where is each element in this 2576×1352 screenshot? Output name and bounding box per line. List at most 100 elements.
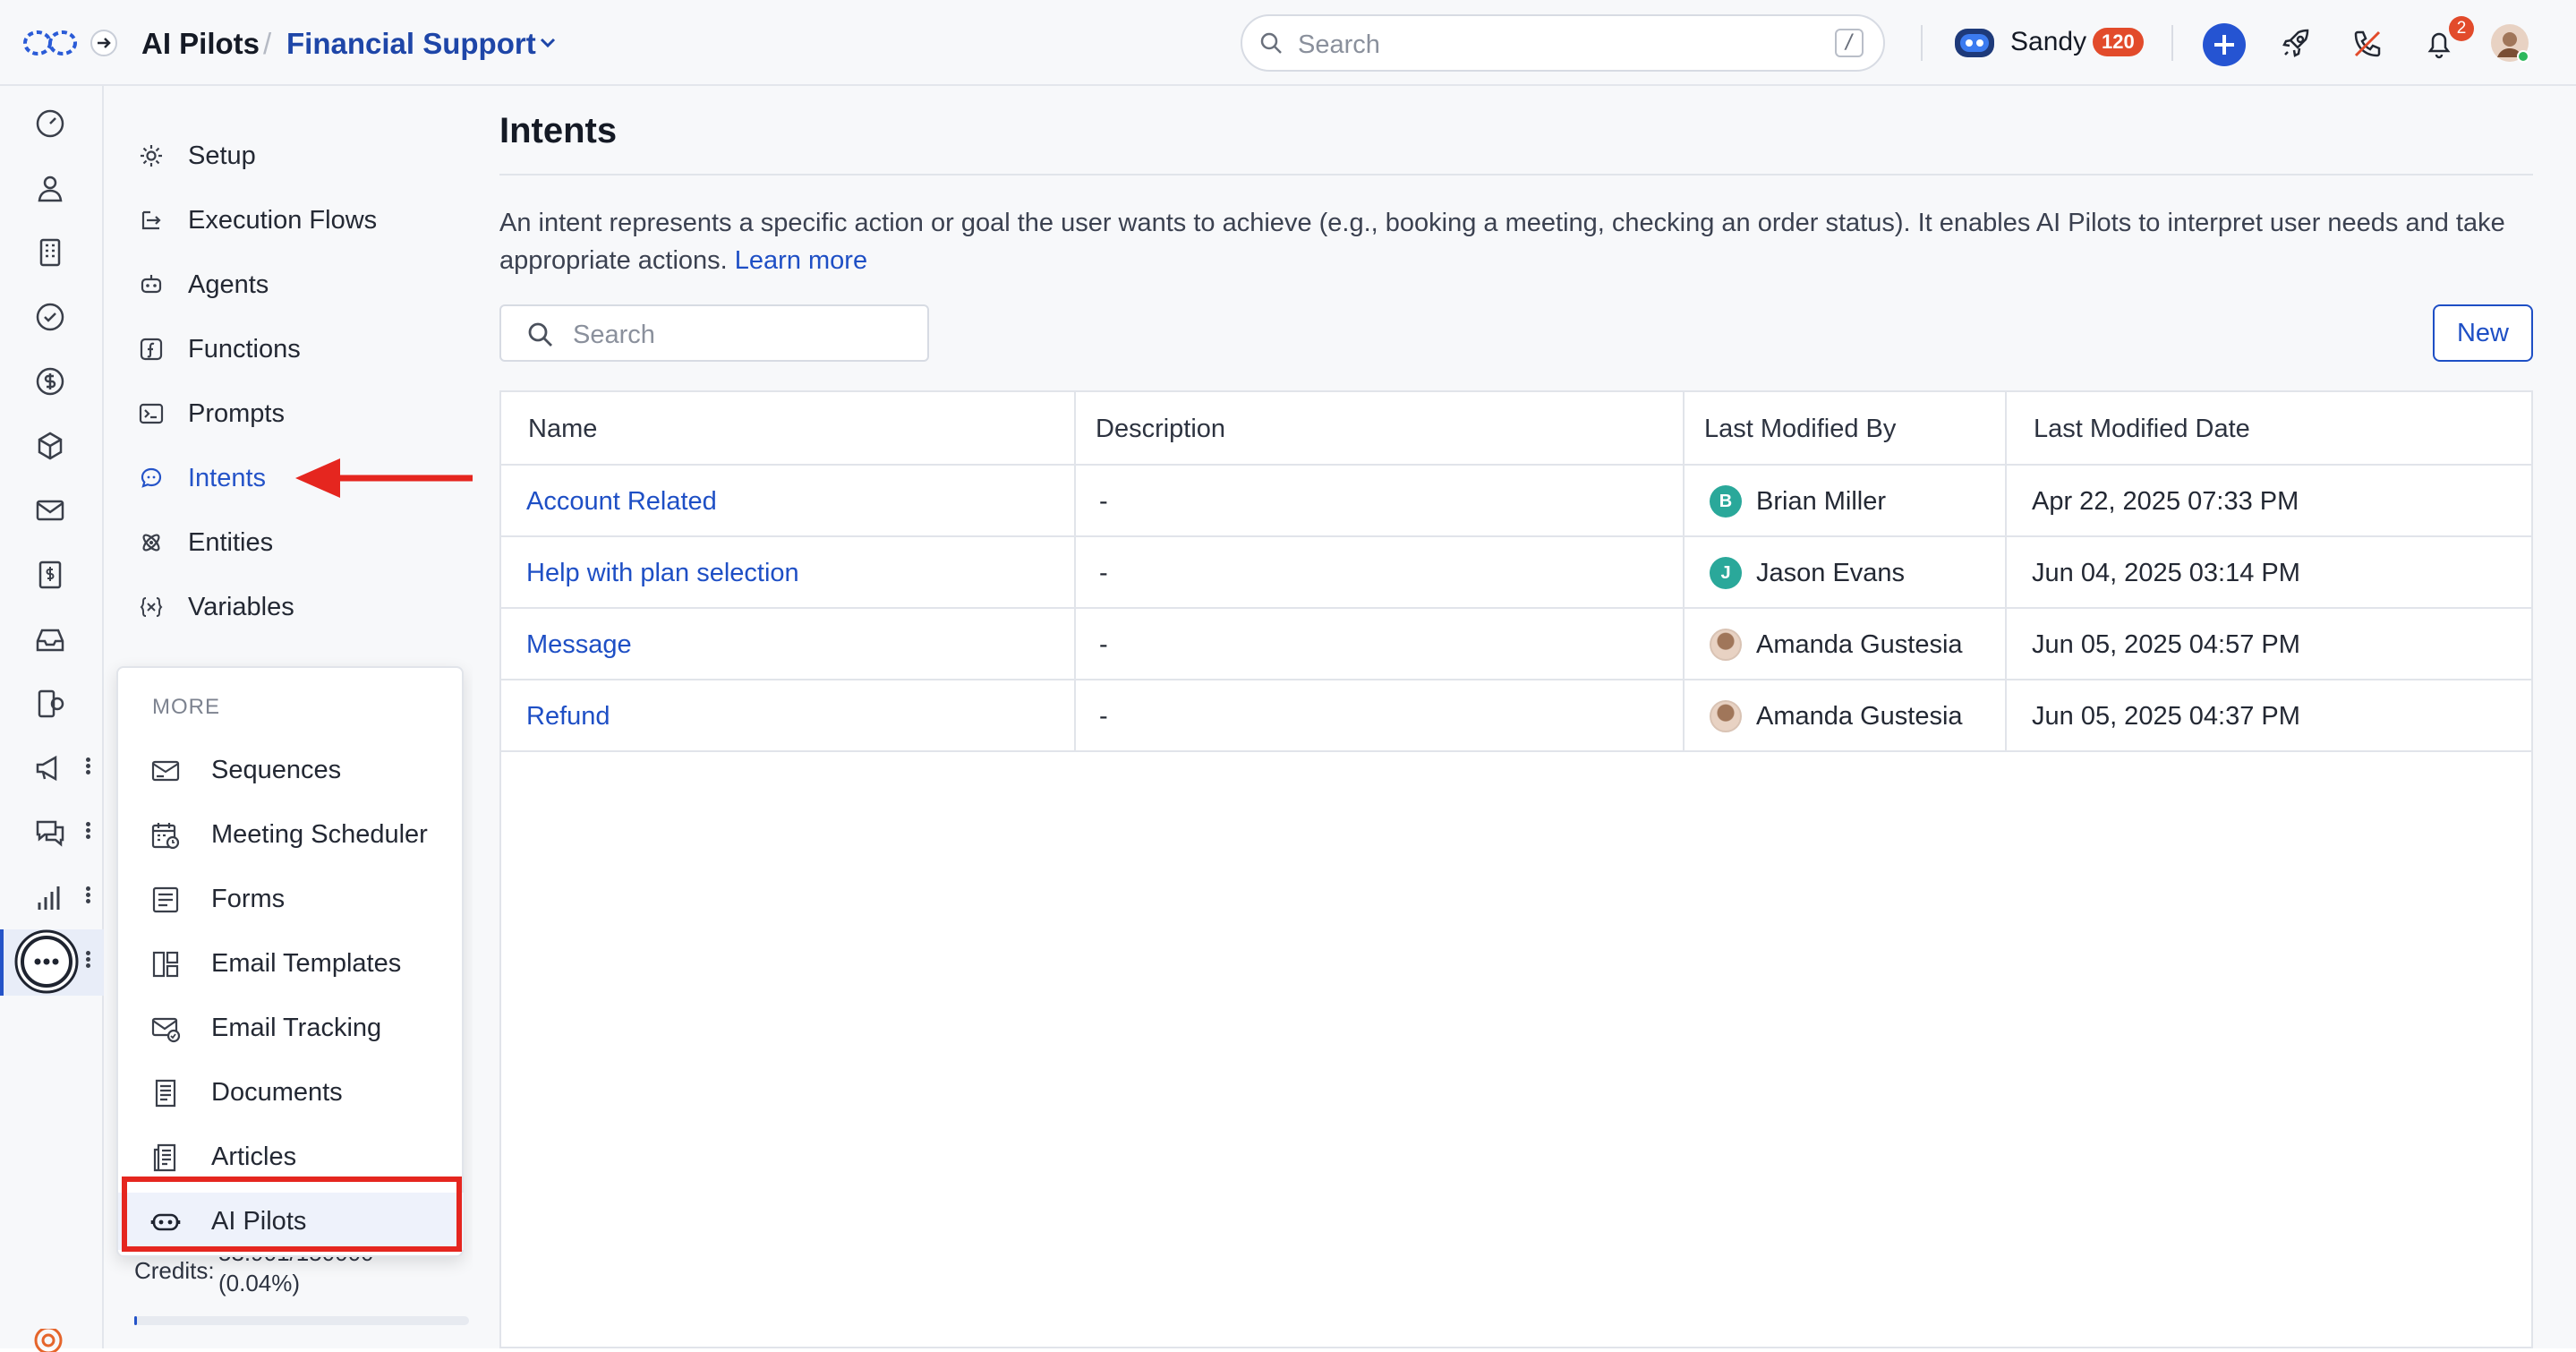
credit-badge: 120 [2093,28,2144,56]
credits-progress-bar [134,1316,469,1325]
intent-name-link[interactable]: Refund [526,680,610,752]
intent-description: - [1099,702,1108,731]
divider [499,174,2533,175]
robot-icon [138,271,165,298]
terminal-icon [138,400,165,427]
more-apps-menu: MORE Sequences Meeting Scheduler Forms E… [116,666,464,1257]
module-selector[interactable]: Financial Support [286,27,536,61]
credits-label: Credits: [134,1257,215,1284]
user-name[interactable]: Sandy [2010,27,2086,57]
new-intent-button[interactable]: New [2433,304,2533,362]
search-placeholder: Search [1298,30,1380,59]
subnav-label: Variables [188,592,294,621]
more-options-dots-icon[interactable] [84,820,91,845]
learn-more-link[interactable]: Learn more [735,246,867,275]
search-placeholder: Search [573,321,655,349]
table-row[interactable]: Help with plan selection - J Jason Evans… [501,537,2531,609]
help-lifebuoy-icon[interactable] [32,1329,64,1352]
search-icon [1258,30,1284,56]
form-icon [150,885,181,915]
modified-date: Apr 22, 2025 07:33 PM [2032,487,2299,516]
search-icon [526,321,555,349]
conversations-chat-icon[interactable] [34,817,66,849]
bot-avatar-icon[interactable] [1953,25,1996,61]
breadcrumb-separator: / [263,27,272,60]
avatar [1710,700,1742,732]
search-shortcut-hint: / [1835,29,1864,57]
intents-search-input[interactable]: Search [499,304,929,362]
analytics-bars-icon[interactable] [34,881,66,913]
table-row[interactable]: Message - Amanda Gustesia Jun 05, 2025 0… [501,609,2531,680]
subnav-label: Entities [188,527,274,557]
app-title: AI Pilots [141,27,260,60]
intents-table: Name Description Last Modified By Last M… [499,390,2533,1348]
envelope-list-icon [150,756,181,786]
deals-dollar-icon[interactable] [34,365,66,398]
chat-bubble-icon [138,465,165,492]
avatar: J [1710,557,1742,589]
subnav-label: Agents [188,270,269,299]
chevron-down-icon[interactable] [537,32,559,54]
more-menu-item-meeting-scheduler[interactable]: Meeting Scheduler [118,806,464,863]
tasks-check-icon[interactable] [34,301,66,333]
column-divider [1074,392,1076,750]
page-description: An intent represents a specific action o… [499,204,2540,279]
more-menu-label: Email Tracking [211,1014,382,1042]
add-button[interactable] [2203,23,2246,66]
campaigns-megaphone-icon[interactable] [34,752,66,784]
email-icon[interactable] [34,494,66,526]
support-tickets-icon[interactable] [34,688,66,720]
dashboard-gauge-icon[interactable] [34,107,66,140]
modified-date: Jun 05, 2025 04:57 PM [2032,630,2300,659]
more-menu-label: Meeting Scheduler [211,820,428,849]
modified-by-name: Jason Evans [1756,559,1906,587]
intent-name-link[interactable]: Help with plan selection [526,537,799,609]
more-options-dots-icon[interactable] [84,756,91,781]
left-icon-rail [0,86,104,1352]
email-tracking-icon [150,1014,181,1044]
inbox-icon[interactable] [34,623,66,655]
rocket-icon[interactable] [2279,27,2313,61]
column-header-name[interactable]: Name [501,392,1074,466]
user-avatar[interactable] [2490,23,2529,63]
top-bar: AI Pilots / Financial Support Search / S… [0,0,2576,86]
more-apps-icon[interactable] [13,928,81,996]
invoice-icon[interactable] [34,559,66,591]
more-menu-item-forms[interactable]: Forms [118,870,464,928]
global-search-input[interactable]: Search / [1241,14,1885,72]
column-header-last-modified-date[interactable]: Last Modified Date [2005,392,2531,466]
table-row[interactable]: Account Related - B Brian Miller Apr 22,… [501,466,2531,537]
annotation-arrow-icon [292,455,489,501]
table-row[interactable]: Refund - Amanda Gustesia Jun 05, 2025 04… [501,680,2531,752]
contacts-person-icon[interactable] [34,172,66,204]
atom-icon [138,529,165,556]
subnav-label: Functions [188,334,301,364]
more-menu-item-email-tracking[interactable]: Email Tracking [118,999,464,1057]
more-menu-label: Sequences [211,756,342,784]
intent-description: - [1099,630,1108,659]
companies-building-icon[interactable] [34,236,66,269]
more-menu-item-sequences[interactable]: Sequences [118,741,464,799]
annotation-highlight-box [122,1177,462,1252]
more-options-dots-icon[interactable] [84,949,91,974]
expand-arrow-icon[interactable] [90,29,118,57]
intent-description: - [1099,487,1108,516]
products-cube-icon[interactable] [34,430,66,462]
avatar: B [1710,485,1742,518]
more-menu-item-email-templates[interactable]: Email Templates [118,935,464,992]
modified-by-name: Amanda Gustesia [1756,702,1963,731]
more-menu-item-documents[interactable]: Documents [118,1064,464,1121]
intent-name-link[interactable]: Message [526,609,632,680]
flow-icon [138,207,165,234]
intent-name-link[interactable]: Account Related [526,466,717,537]
divider [2171,25,2173,61]
layout-icon [150,949,181,980]
more-options-dots-icon[interactable] [84,885,91,910]
modified-date: Jun 04, 2025 03:14 PM [2032,559,2300,587]
column-header-last-modified-by[interactable]: Last Modified By [1683,392,2005,466]
credits-progress-fill [134,1316,137,1325]
phone-off-icon[interactable] [2350,27,2384,61]
column-header-description[interactable]: Description [1074,392,1683,466]
app-logo-icon[interactable] [21,27,79,59]
intent-description: - [1099,559,1108,587]
